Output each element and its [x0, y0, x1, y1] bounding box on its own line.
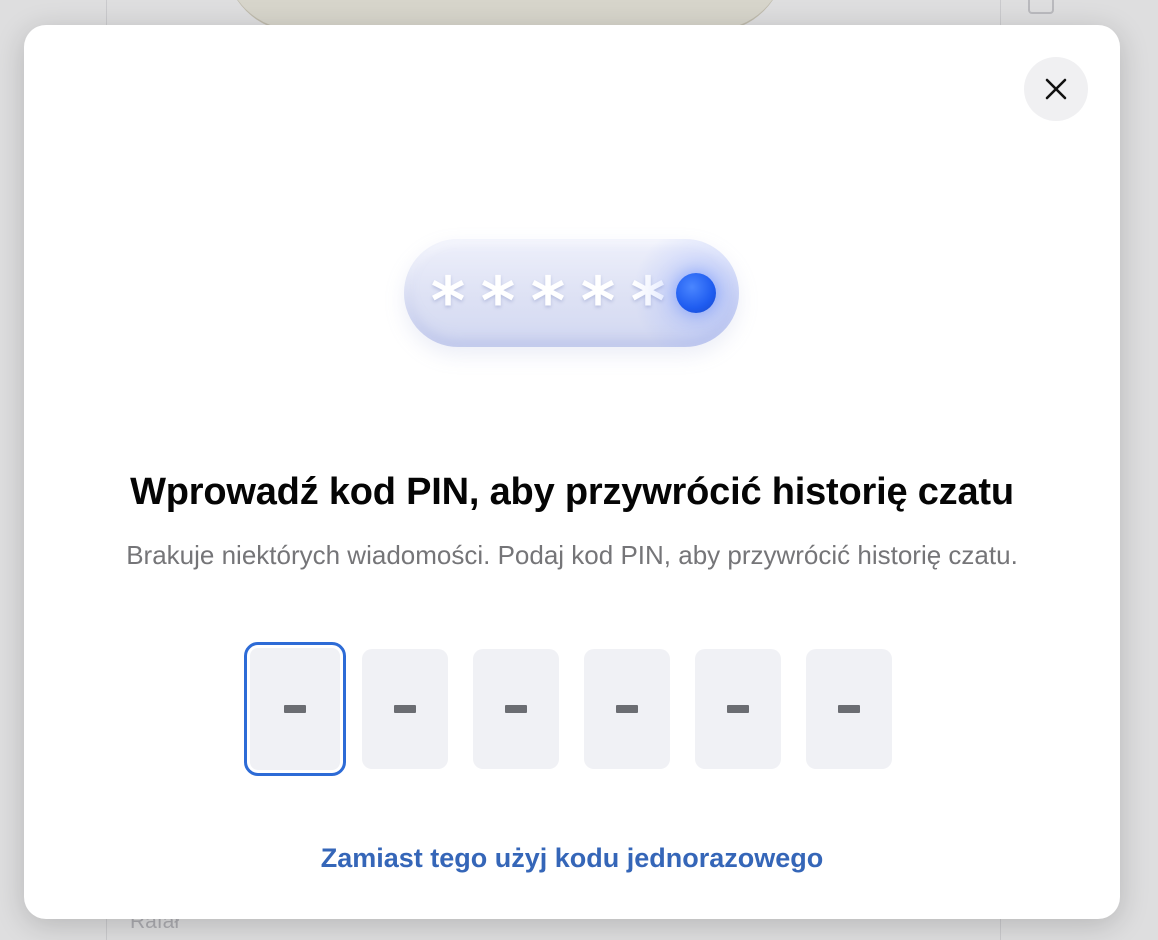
pin-placeholder-dash: [838, 705, 860, 713]
pin-digit-input-3[interactable]: [473, 649, 559, 769]
pin-illustration: * * * * *: [404, 239, 739, 347]
pin-restore-dialog: * * * * * Wprowadź kod PIN, aby przywróc…: [24, 25, 1120, 919]
dialog-title: Wprowadź kod PIN, aby przywrócić histori…: [130, 471, 1014, 513]
close-button[interactable]: [1024, 57, 1088, 121]
close-icon: [1044, 77, 1068, 101]
pin-digit-input-4[interactable]: [584, 649, 670, 769]
pin-input-row: [244, 642, 904, 776]
masked-character: *: [630, 263, 666, 340]
cursor-dot: [676, 273, 716, 313]
pin-digit-input-6[interactable]: [806, 649, 892, 769]
pin-placeholder-dash: [394, 705, 416, 713]
pin-placeholder-dash: [284, 705, 306, 713]
pin-placeholder-dash: [616, 705, 638, 713]
masked-character: *: [480, 263, 516, 340]
masked-character: *: [530, 263, 566, 340]
pin-placeholder-dash: [727, 705, 749, 713]
pin-digit-input-5[interactable]: [695, 649, 781, 769]
pin-placeholder-dash: [505, 705, 527, 713]
pin-digit-input-2[interactable]: [362, 649, 448, 769]
pin-digit-input-1[interactable]: [244, 642, 346, 776]
masked-character: *: [430, 263, 466, 340]
dialog-subtitle: Brakuje niektórych wiadomości. Podaj kod…: [126, 540, 1018, 570]
use-one-time-code-link[interactable]: Zamiast tego użyj kodu jednorazowego: [24, 843, 1120, 874]
masked-character: *: [580, 263, 616, 340]
